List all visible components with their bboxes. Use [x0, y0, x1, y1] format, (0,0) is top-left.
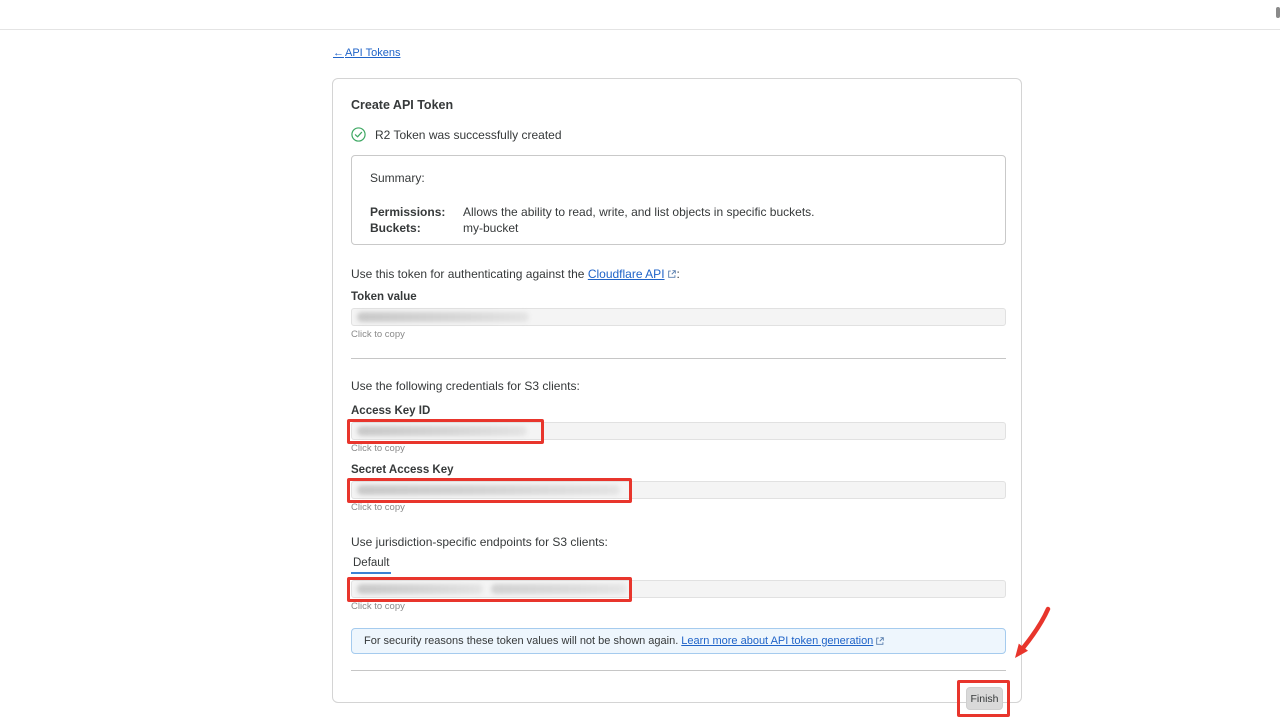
tab-default-jurisdiction[interactable]: Default — [351, 557, 391, 574]
success-message: R2 Token was successfully created — [375, 128, 562, 142]
section-divider — [351, 358, 1006, 359]
back-link-api-tokens[interactable]: ←API Tokens — [333, 47, 400, 59]
endpoint-copy-hint[interactable]: Click to copy — [351, 601, 1006, 612]
summary-row-permissions: Permissions: Allows the ability to read,… — [370, 204, 987, 220]
success-banner: R2 Token was successfully created — [351, 127, 1006, 142]
back-link-label: API Tokens — [345, 47, 400, 59]
jurisdiction-intro: Use jurisdiction-specific endpoints for … — [351, 535, 1006, 549]
summary-panel: Summary: Permissions: Allows the ability… — [351, 155, 1006, 245]
s3-endpoint-field[interactable] — [351, 580, 1006, 598]
access-key-copy-hint[interactable]: Click to copy — [351, 443, 1006, 454]
secret-access-key-field[interactable] — [351, 481, 1006, 499]
s3-credentials-intro: Use the following credentials for S3 cli… — [351, 379, 1006, 393]
external-link-icon — [875, 636, 885, 646]
finish-button[interactable]: Finish — [966, 687, 1003, 710]
token-intro-suffix: : — [677, 267, 680, 281]
security-notice: For security reasons these token values … — [351, 628, 1006, 654]
access-key-id-label: Access Key ID — [351, 405, 1006, 417]
access-key-id-field[interactable] — [351, 422, 1006, 440]
success-check-icon — [351, 127, 366, 142]
redacted-endpoint-part2 — [491, 584, 627, 594]
redacted-secret-key — [357, 485, 620, 495]
redacted-access-key — [357, 426, 527, 436]
summary-value: my-bucket — [463, 220, 518, 236]
token-copy-hint[interactable]: Click to copy — [351, 329, 1006, 340]
token-intro-prefix: Use this token for authenticating agains… — [351, 267, 588, 281]
page: ←API Tokens Create API Token R2 Token wa… — [0, 0, 1280, 720]
scrollbar-thumb[interactable] — [1276, 7, 1280, 18]
summary-label: Permissions: — [370, 204, 463, 220]
external-link-icon — [667, 269, 677, 279]
footer-divider — [351, 670, 1006, 671]
page-title: Create API Token — [351, 98, 1006, 112]
security-notice-text: For security reasons these token values … — [364, 635, 678, 647]
redacted-token-value — [357, 312, 529, 322]
summary-row-buckets: Buckets: my-bucket — [370, 220, 987, 236]
redacted-endpoint-part1 — [357, 584, 483, 594]
learn-more-link[interactable]: Learn more about API token generation — [681, 635, 873, 647]
summary-rows: Permissions: Allows the ability to read,… — [370, 204, 987, 236]
back-arrow-icon: ← — [333, 47, 344, 59]
top-header-bar — [0, 0, 1280, 30]
create-api-token-card: Create API Token R2 Token was successful… — [332, 78, 1022, 703]
cloudflare-api-link[interactable]: Cloudflare API — [588, 267, 665, 281]
secret-access-key-label: Secret Access Key — [351, 464, 1006, 476]
secret-key-copy-hint[interactable]: Click to copy — [351, 502, 1006, 513]
token-value-field[interactable] — [351, 308, 1006, 326]
summary-label: Buckets: — [370, 220, 463, 236]
summary-heading: Summary: — [370, 171, 987, 185]
token-value-label: Token value — [351, 291, 1006, 303]
summary-value: Allows the ability to read, write, and l… — [463, 204, 815, 220]
token-intro-text: Use this token for authenticating agains… — [351, 267, 1006, 281]
